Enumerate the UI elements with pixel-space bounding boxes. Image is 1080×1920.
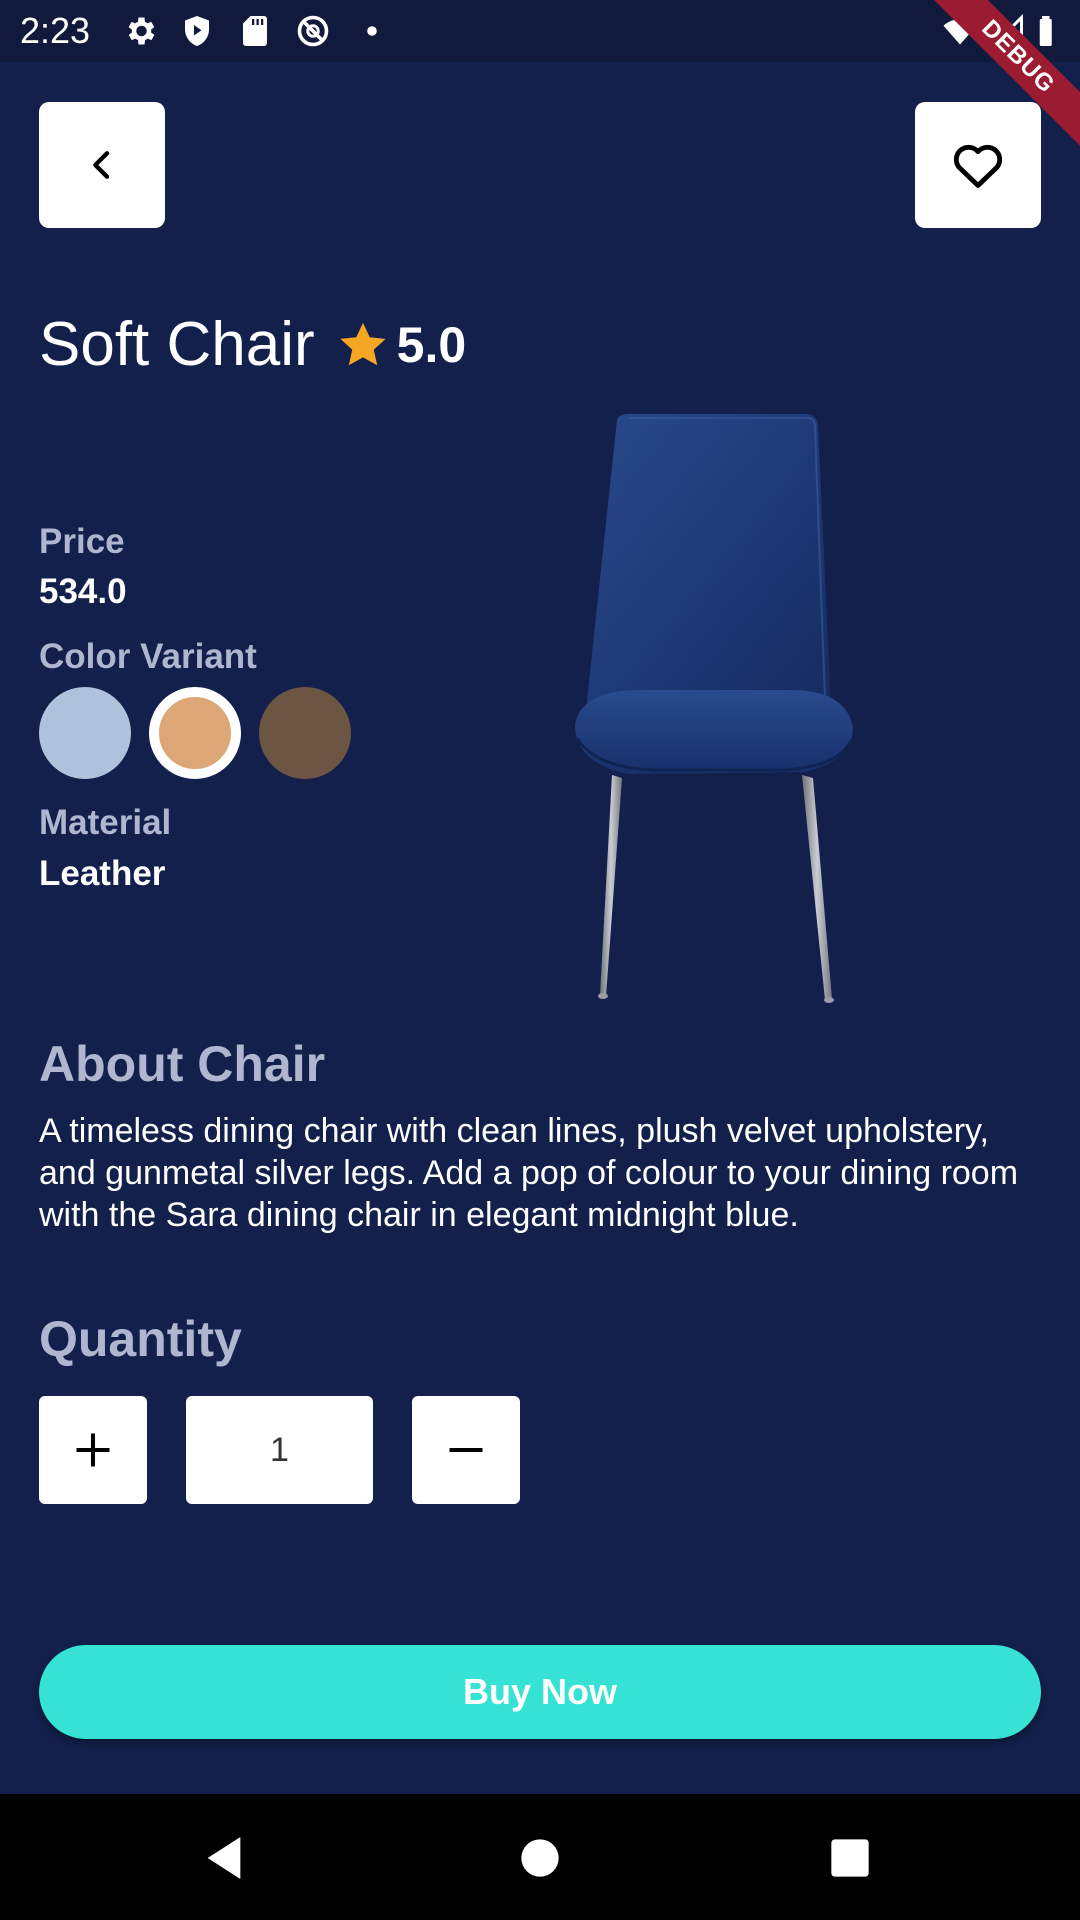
play-protect-icon bbox=[179, 13, 215, 49]
price-label: Price bbox=[39, 522, 125, 561]
color-swatch-brown[interactable] bbox=[259, 687, 351, 779]
material-label: Material bbox=[39, 803, 172, 842]
minus-icon bbox=[449, 1447, 483, 1453]
decrease-quantity-button[interactable] bbox=[412, 1396, 520, 1504]
status-bar: 2:23 bbox=[0, 0, 1080, 62]
no-disturb-icon bbox=[295, 13, 331, 49]
quantity-heading: Quantity bbox=[39, 1311, 242, 1367]
nav-home-icon[interactable] bbox=[512, 1830, 568, 1886]
about-description: A timeless dining chair with clean lines… bbox=[39, 1112, 1019, 1234]
about-heading: About Chair bbox=[39, 1036, 326, 1092]
quantity-field[interactable]: 1 bbox=[186, 1396, 373, 1504]
quantity-value: 1 bbox=[270, 1430, 289, 1469]
color-swatch-light-blue[interactable] bbox=[39, 687, 131, 779]
gear-icon bbox=[122, 13, 158, 49]
product-image bbox=[555, 410, 875, 1010]
increase-quantity-button[interactable] bbox=[39, 1396, 147, 1504]
buy-now-label: Buy Now bbox=[462, 1671, 617, 1712]
buy-now-button[interactable]: Buy Now bbox=[39, 1645, 1041, 1739]
battery-icon bbox=[1030, 13, 1066, 49]
price-value: 534.0 bbox=[39, 572, 127, 611]
back-button[interactable] bbox=[39, 102, 165, 228]
favorite-button[interactable] bbox=[915, 102, 1041, 228]
nav-recents-icon[interactable] bbox=[822, 1830, 878, 1886]
status-time: 2:23 bbox=[20, 10, 91, 51]
rating-value: 5.0 bbox=[396, 317, 467, 373]
sd-card-icon bbox=[237, 13, 273, 49]
dot-icon bbox=[354, 13, 390, 49]
chevron-left-icon bbox=[93, 151, 110, 179]
star-icon bbox=[335, 317, 391, 373]
heart-outline-icon bbox=[953, 144, 1003, 188]
product-title: Soft Chair bbox=[39, 310, 315, 379]
plus-icon bbox=[76, 1433, 110, 1467]
nav-back-icon[interactable] bbox=[196, 1830, 252, 1886]
color-variant-label: Color Variant bbox=[39, 637, 257, 676]
title-row: Soft Chair 5.0 bbox=[39, 300, 466, 390]
material-value: Leather bbox=[39, 854, 166, 893]
color-swatch-tan-selected[interactable] bbox=[149, 687, 241, 779]
